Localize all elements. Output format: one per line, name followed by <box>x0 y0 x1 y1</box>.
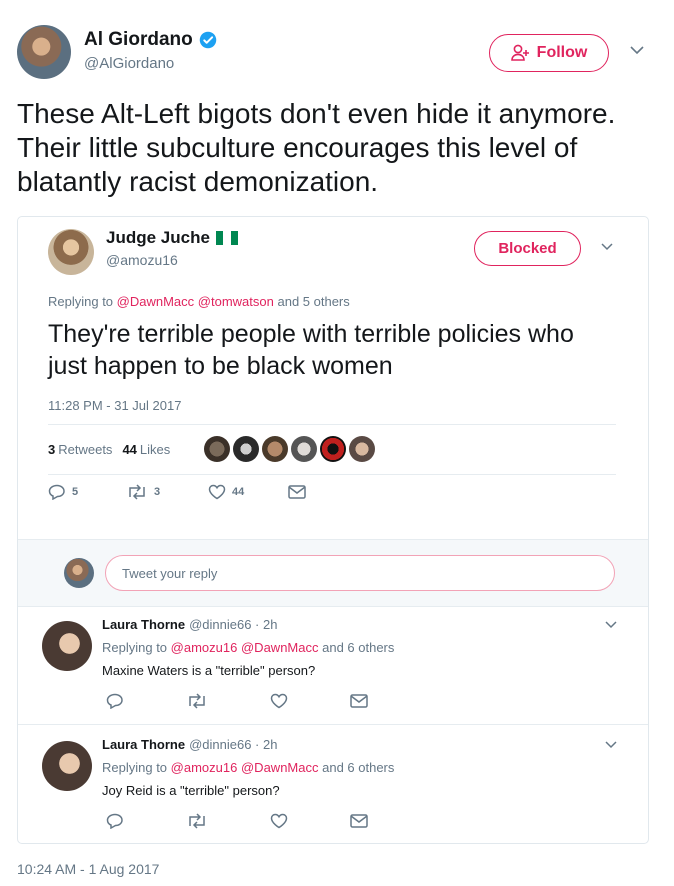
envelope-icon <box>288 485 306 499</box>
quoted-timestamp[interactable]: 11:28 PM - 31 Jul 2017 <box>48 398 181 413</box>
reply-author-name[interactable]: Laura Thorne <box>102 617 185 632</box>
chevron-down-icon[interactable] <box>600 242 614 252</box>
reply-action[interactable]: 5 <box>48 484 126 500</box>
liker-avatar[interactable] <box>262 436 288 462</box>
mention-link[interactable]: @amozu16 <box>171 760 238 775</box>
replying-prefix: Replying to <box>48 294 114 309</box>
reply-meta[interactable]: @dinnie66 · 2h <box>189 617 277 632</box>
reply-input[interactable]: Tweet your reply <box>105 555 615 591</box>
liker-avatar[interactable] <box>204 436 230 462</box>
reply-author-name[interactable]: Laura Thorne <box>102 737 185 752</box>
tweet-actions: 5 3 44 <box>48 484 306 500</box>
mention-link[interactable]: @DawnMacc <box>241 760 319 775</box>
retweets-label[interactable]: Retweets <box>58 442 112 457</box>
quoted-avatar[interactable] <box>48 229 94 275</box>
follow-button[interactable]: Follow <box>489 34 609 72</box>
verified-badge-icon <box>199 31 217 49</box>
retweet-action[interactable]: 3 <box>126 484 208 500</box>
retweet-icon[interactable] <box>186 813 208 829</box>
replying-suffix[interactable]: and 6 others <box>322 640 394 655</box>
quoted-name-row[interactable]: Judge Juche <box>106 228 238 248</box>
chevron-down-icon[interactable] <box>604 740 618 750</box>
tweet-timestamp[interactable]: 10:24 AM - 1 Aug 2017 <box>17 861 159 877</box>
divider <box>48 424 616 425</box>
replying-suffix[interactable]: and 5 others <box>277 294 349 309</box>
add-user-icon <box>510 44 531 62</box>
author-avatar[interactable] <box>17 25 71 79</box>
own-avatar <box>64 558 94 588</box>
reply-avatar[interactable] <box>42 621 92 671</box>
like-count: 44 <box>232 486 245 498</box>
reply-item[interactable]: Laura Thorne @dinnie66 · 2h Replying to … <box>18 727 648 843</box>
mention-link[interactable]: @DawnMacc <box>241 640 319 655</box>
flag-stripe <box>223 231 231 245</box>
mention-link[interactable]: @DawnMacc <box>117 294 195 309</box>
chevron-down-icon[interactable] <box>604 620 618 630</box>
like-action[interactable]: 44 <box>208 484 288 500</box>
author-name[interactable]: Al Giordano <box>84 29 193 51</box>
engagement-stats: 3 Retweets 44 Likes <box>48 442 170 457</box>
reply-header: Laura Thorne @dinnie66 · 2h <box>102 617 277 632</box>
reply-actions <box>106 813 368 829</box>
flag-stripe <box>230 231 238 245</box>
reply-meta[interactable]: @dinnie66 · 2h <box>189 737 277 752</box>
reply-header: Laura Thorne @dinnie66 · 2h <box>102 737 277 752</box>
chevron-down-icon[interactable] <box>629 44 645 56</box>
reply-text: Maxine Waters is a "terrible" person? <box>102 663 316 678</box>
divider <box>48 474 616 475</box>
replying-to: Replying to @DawnMacc @tomwatson and 5 o… <box>48 294 350 309</box>
author-handle[interactable]: @AlGiordano <box>84 55 174 72</box>
flag-stripe <box>215 231 224 245</box>
quoted-tweet-text: They're terrible people with terrible po… <box>48 320 574 380</box>
retweet-icon[interactable] <box>186 693 208 709</box>
reply-text: Joy Reid is a "terrible" person? <box>102 783 280 798</box>
replying-to: Replying to @amozu16 @DawnMacc and 6 oth… <box>102 760 394 775</box>
envelope-icon[interactable] <box>350 814 368 828</box>
quoted-name[interactable]: Judge Juche <box>106 228 210 248</box>
mention-link[interactable]: @amozu16 <box>171 640 238 655</box>
replying-prefix: Replying to <box>102 640 168 655</box>
envelope-icon[interactable] <box>350 694 368 708</box>
author-name-row[interactable]: Al Giordano <box>84 29 217 51</box>
replying-to: Replying to @amozu16 @DawnMacc and 6 oth… <box>102 640 394 655</box>
reply-avatar[interactable] <box>42 741 92 791</box>
quoted-handle[interactable]: @amozu16 <box>106 252 178 268</box>
reply-icon[interactable] <box>106 693 124 709</box>
likes-count[interactable]: 44 <box>122 442 136 457</box>
mention-link[interactable]: @tomwatson <box>198 294 274 309</box>
retweet-count: 3 <box>154 486 161 498</box>
retweets-count[interactable]: 3 <box>48 442 55 457</box>
reply-compose-area: Tweet your reply <box>18 539 648 607</box>
likers-avatars <box>204 436 375 462</box>
liker-avatar[interactable] <box>291 436 317 462</box>
reply-icon <box>48 484 65 500</box>
quoted-tweet-card: Judge Juche @amozu16 Blocked Replying to… <box>17 216 649 844</box>
message-action[interactable] <box>288 485 306 499</box>
likes-label[interactable]: Likes <box>140 442 170 457</box>
reply-count: 5 <box>72 486 79 498</box>
tweet-text: These Alt-Left bigots don't even hide it… <box>17 98 616 197</box>
blocked-button[interactable]: Blocked <box>474 231 581 266</box>
retweet-icon <box>129 484 145 500</box>
heart-icon <box>208 484 226 500</box>
liker-avatar[interactable] <box>349 436 375 462</box>
replying-suffix[interactable]: and 6 others <box>322 760 394 775</box>
follow-label: Follow <box>536 44 588 61</box>
reply-item[interactable]: Laura Thorne @dinnie66 · 2h Replying to … <box>18 607 648 725</box>
heart-icon[interactable] <box>270 693 288 709</box>
liker-avatar[interactable] <box>320 436 346 462</box>
reply-icon[interactable] <box>106 813 124 829</box>
replying-prefix: Replying to <box>102 760 168 775</box>
liker-avatar[interactable] <box>233 436 259 462</box>
nigeria-flag-icon <box>215 231 238 245</box>
reply-actions <box>106 693 368 709</box>
heart-icon[interactable] <box>270 813 288 829</box>
